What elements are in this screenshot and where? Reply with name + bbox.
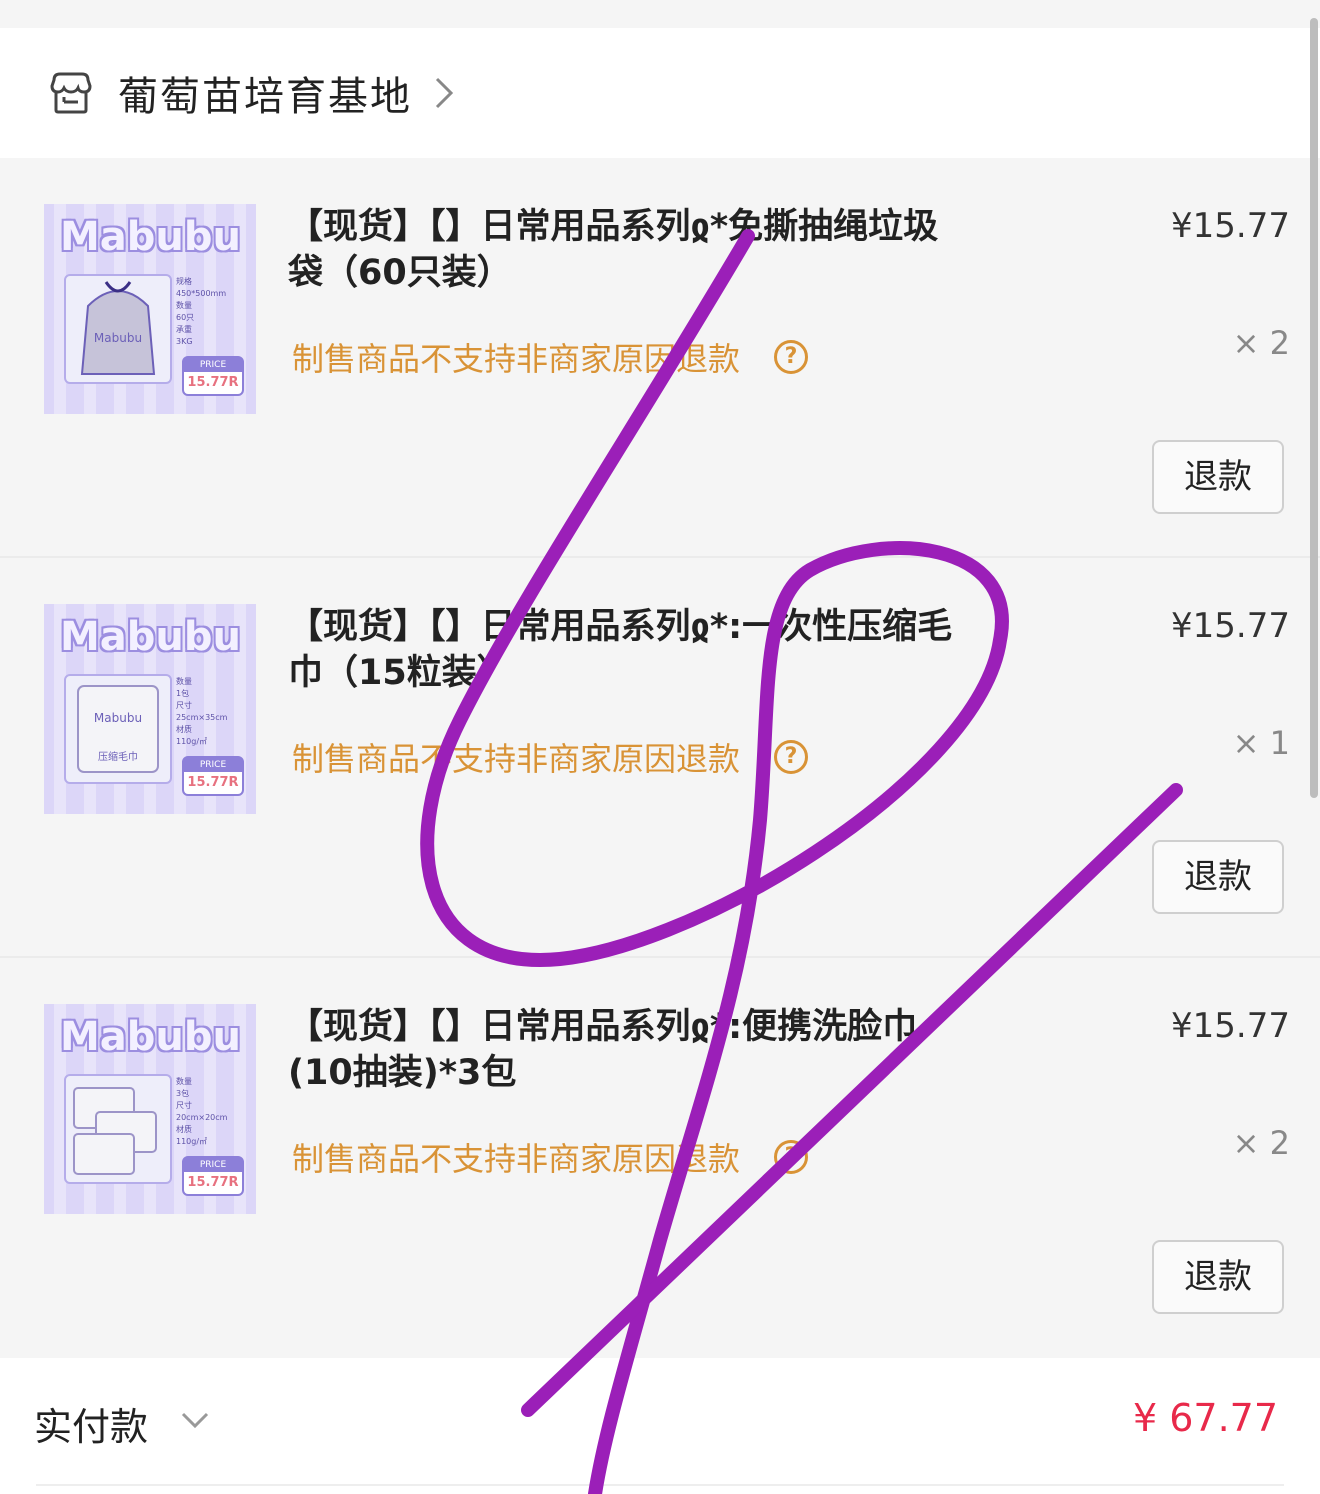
item-title[interactable]: 【现货】【】日常用品系列ჲ*:便携洗脸巾(10抽装)*3包 <box>288 1004 968 1096</box>
product-thumbnail[interactable]: Mabubu Mabubu 规格 450*500mm 数量 60只 承重 3KG PRIC… <box>44 204 256 414</box>
question-icon[interactable]: ? <box>774 340 809 374</box>
thumb-specs: 规格 450*500mm 数量 60只 承重 3KG <box>176 277 227 346</box>
shop-header[interactable]: 葡萄苗培育基地 <box>0 28 1320 158</box>
chevron-right-icon <box>434 76 454 110</box>
question-icon[interactable]: ? <box>774 1140 809 1174</box>
order-item: Mabubu Mabubu 规格 450*500mm 数量 60只 承重 3KG PRIC… <box>0 158 1320 558</box>
svg-text:Mabubu: Mabubu <box>94 711 142 725</box>
thumb-product-image: Mabubu <box>64 274 172 384</box>
item-title[interactable]: 【现货】【】日常用品系列ჲ*:一次性压缩毛巾（15粒装） <box>288 604 968 696</box>
scrollbar[interactable] <box>1310 18 1318 798</box>
total-amount: ¥ 67.77 <box>1132 1396 1278 1440</box>
notice-text: 制售商品不支持非商家原因退款 <box>292 1140 741 1178</box>
store-icon <box>48 70 94 116</box>
item-title[interactable]: 【现货】【】日常用品系列ჲ*免撕抽绳垃圾袋（60只装） <box>288 204 968 296</box>
product-thumbnail[interactable]: Mabubu 数量 3包 尺寸 20cm×20cm 材质 110g/㎡ PRICE 15.… <box>44 1004 256 1214</box>
top-spacer <box>0 0 1320 28</box>
notice-text: 制售商品不支持非商家原因退款 <box>292 740 741 778</box>
refund-button[interactable]: 退款 <box>1152 440 1284 514</box>
svg-text:Mabubu: Mabubu <box>94 331 142 345</box>
item-quantity: × 2 <box>1232 324 1290 362</box>
refund-button[interactable]: 退款 <box>1152 840 1284 914</box>
refund-button[interactable]: 退款 <box>1152 1240 1284 1314</box>
item-quantity: × 1 <box>1232 724 1290 762</box>
question-icon[interactable]: ? <box>774 740 809 774</box>
refund-notice: 制售商品不支持非商家原因退款 ? <box>292 1134 809 1180</box>
order-item: Mabubu 数量 3包 尺寸 20cm×20cm 材质 110g/㎡ PRICE 15.… <box>0 958 1320 1358</box>
shop-name: 葡萄苗培育基地 <box>118 74 412 120</box>
refund-notice: 制售商品不支持非商家原因退款 ? <box>292 734 809 780</box>
thumb-brand: Mabubu <box>60 1014 242 1060</box>
svg-text:压缩毛巾: 压缩毛巾 <box>98 750 138 763</box>
thumb-brand: Mabubu <box>60 614 242 660</box>
notice-text: 制售商品不支持非商家原因退款 <box>292 340 741 378</box>
order-page: 葡萄苗培育基地 Mabubu Mabubu 规格 450*500mm 数量 60只 承重… <box>0 0 1320 1494</box>
thumb-specs: 数量 1包 尺寸 25cm×35cm 材质 110g/㎡ <box>176 677 228 746</box>
product-thumbnail[interactable]: Mabubu Mabubu 压缩毛巾 数量 1包 尺寸 25cm×35cm 材质 110g… <box>44 604 256 814</box>
thumb-price-tag: PRICE 15.77R <box>182 1156 244 1196</box>
order-item: Mabubu Mabubu 压缩毛巾 数量 1包 尺寸 25cm×35cm 材质 110g… <box>0 558 1320 958</box>
thumb-product-image: Mabubu 压缩毛巾 <box>64 674 172 784</box>
total-bar: 实付款 ¥ 67.77 <box>0 1358 1320 1494</box>
thumb-product-image <box>64 1074 172 1184</box>
item-price: ¥15.77 <box>1171 606 1290 646</box>
order-items: Mabubu Mabubu 规格 450*500mm 数量 60只 承重 3KG PRIC… <box>0 158 1320 1358</box>
thumb-brand: Mabubu <box>60 214 242 260</box>
item-quantity: × 2 <box>1232 1124 1290 1162</box>
thumb-price-tag: PRICE 15.77R <box>182 756 244 796</box>
item-price: ¥15.77 <box>1171 206 1290 246</box>
chevron-down-icon[interactable] <box>180 1410 210 1430</box>
refund-notice: 制售商品不支持非商家原因退款 ? <box>292 334 809 380</box>
total-label[interactable]: 实付款 <box>34 1396 148 1451</box>
item-price: ¥15.77 <box>1171 1006 1290 1046</box>
divider <box>36 1484 1284 1486</box>
thumb-price-tag: PRICE 15.77R <box>182 356 244 396</box>
thumb-specs: 数量 3包 尺寸 20cm×20cm 材质 110g/㎡ <box>176 1077 228 1146</box>
